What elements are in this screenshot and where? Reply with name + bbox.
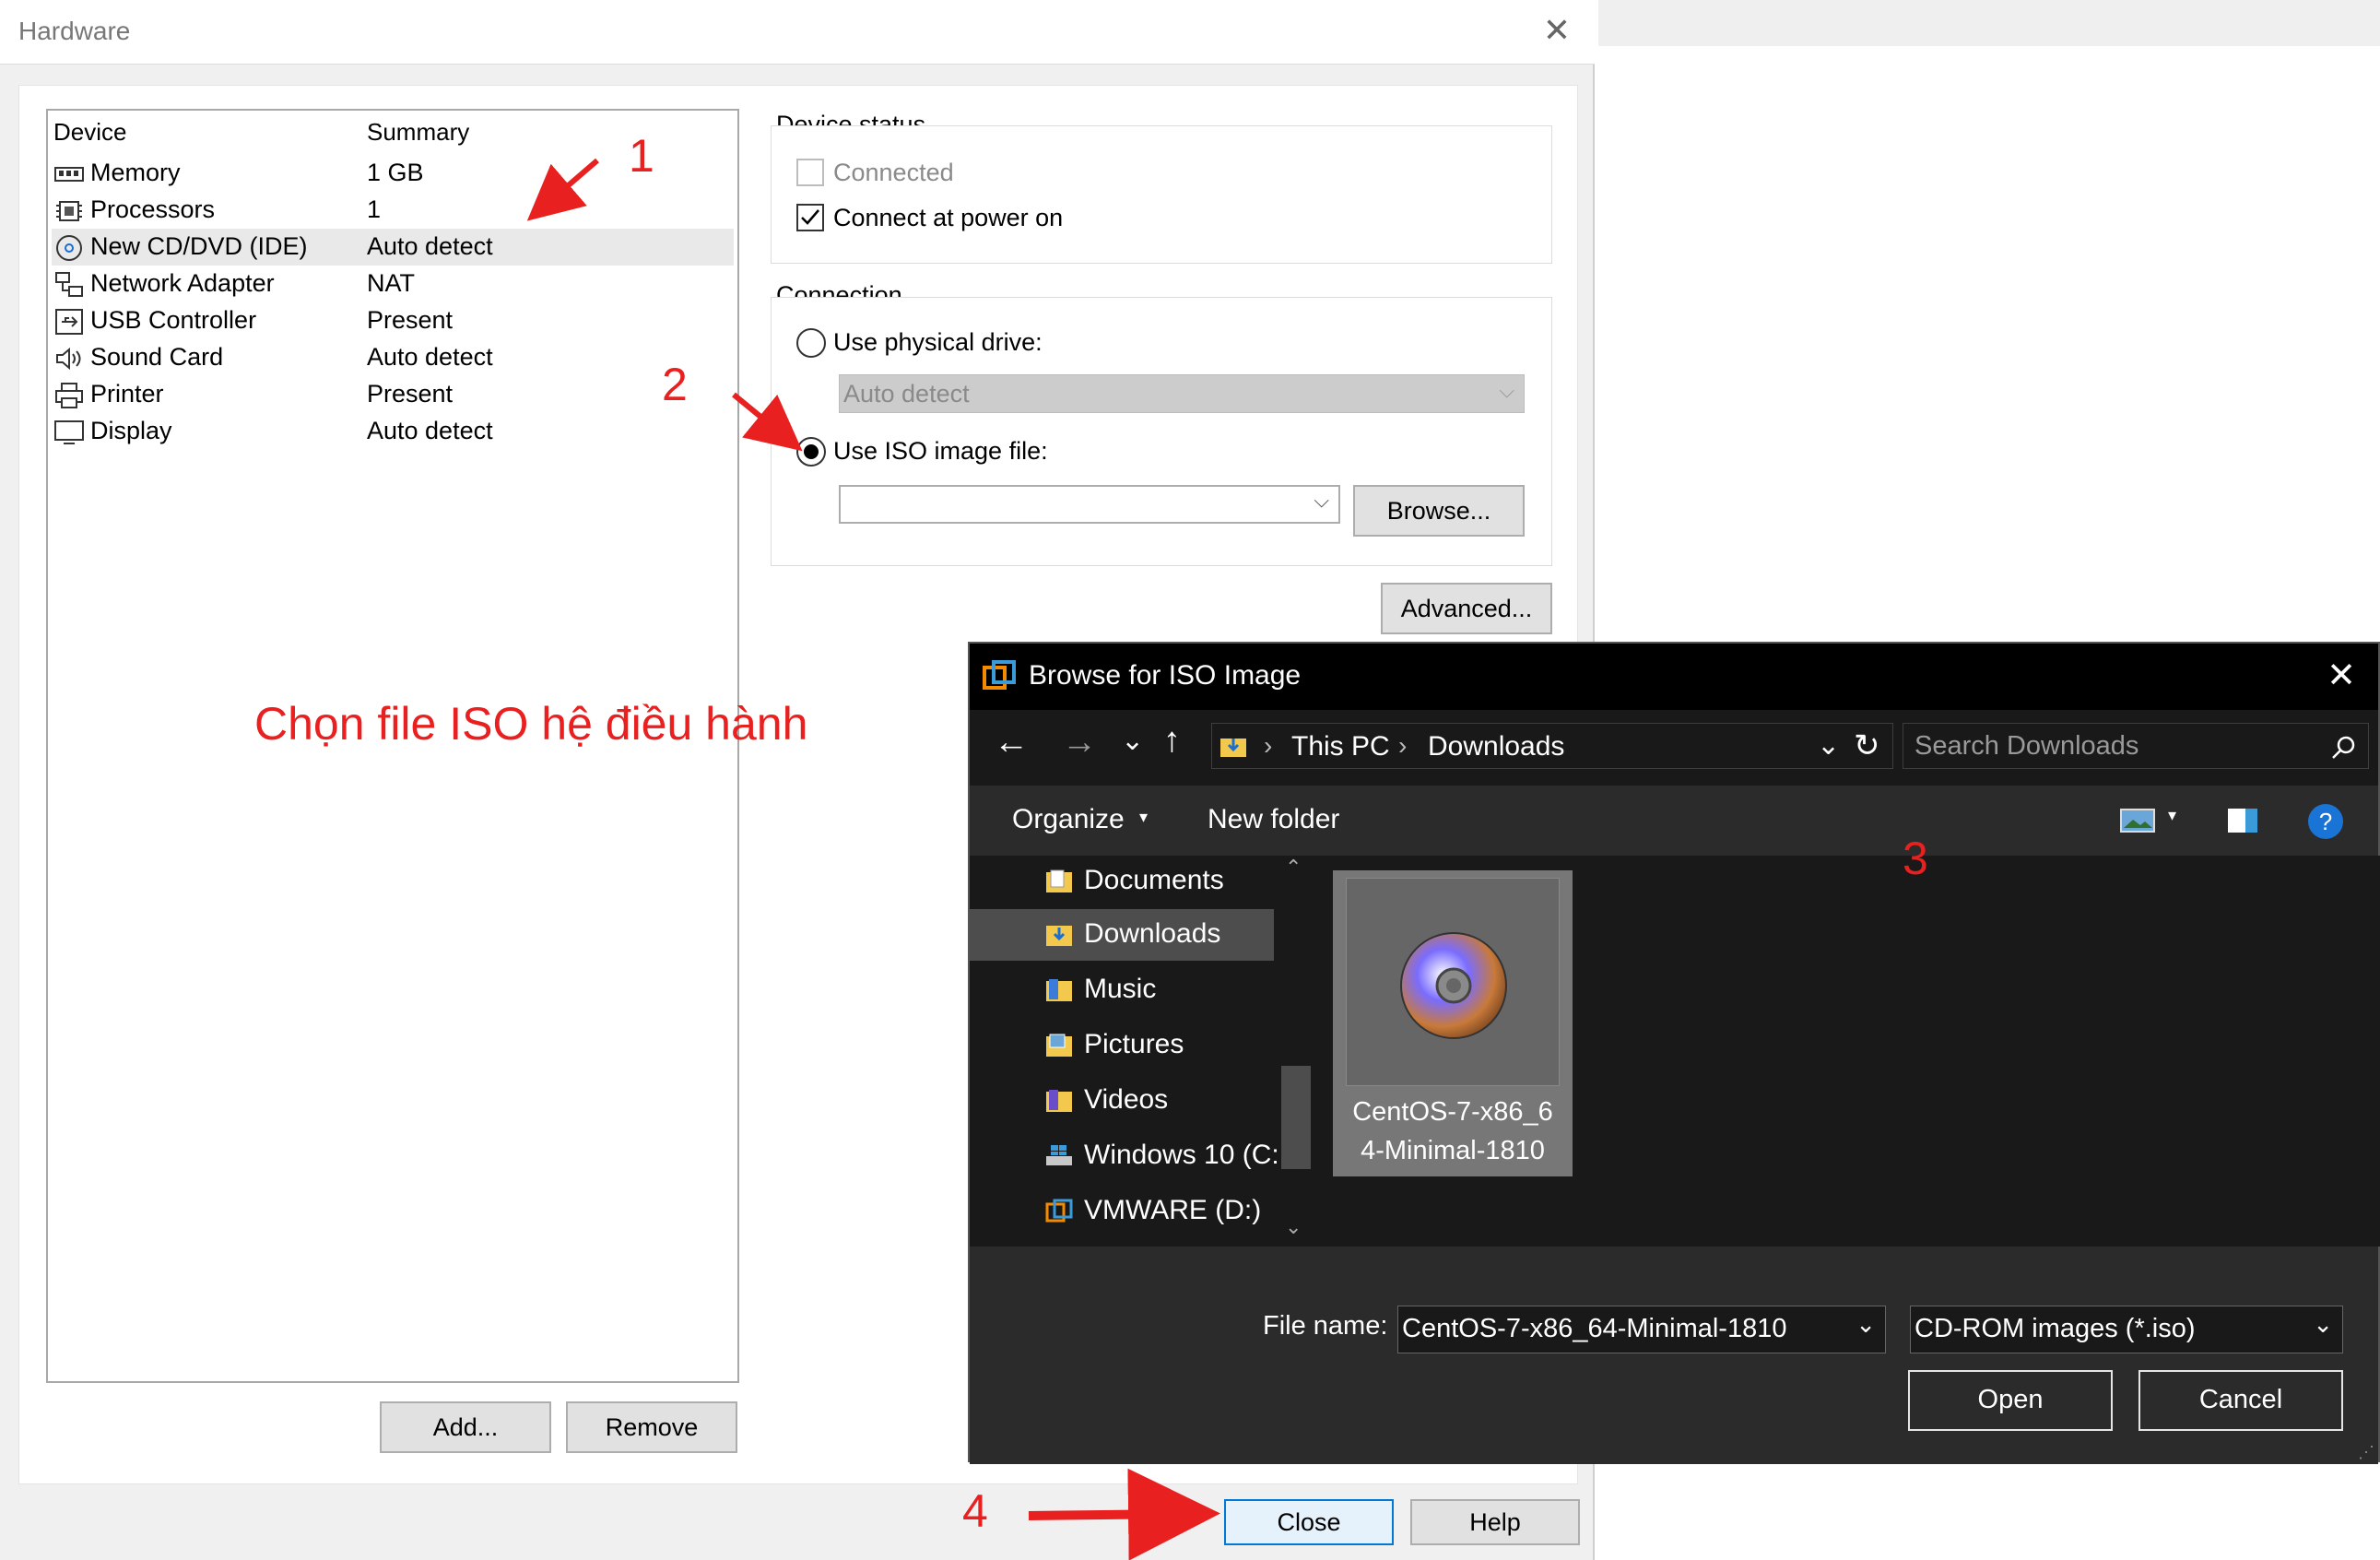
scroll-up-icon[interactable]: ⌃ bbox=[1285, 856, 1302, 880]
chevron-down-icon[interactable]: ⌄ bbox=[1856, 1310, 1876, 1339]
nav-item-music[interactable]: Music bbox=[970, 964, 1274, 1016]
dialog-title-bar: Browse for ISO Image ✕ bbox=[970, 644, 2378, 710]
nav-item-label: Documents bbox=[1084, 865, 1224, 895]
dialog-close-icon[interactable]: ✕ bbox=[2327, 655, 2356, 696]
annotation-step-3: 3 bbox=[1903, 833, 1928, 884]
documents-folder-icon bbox=[1046, 869, 1072, 892]
file-type-value: CD-ROM images (*.iso) bbox=[1915, 1314, 2196, 1343]
file-item-centos-iso[interactable]: CentOS-7-x86_6 4-Minimal-1810 bbox=[1333, 870, 1573, 1176]
arrow-step-1 bbox=[526, 158, 599, 221]
file-type-select[interactable]: CD-ROM images (*.iso) ⌄ bbox=[1910, 1306, 2343, 1353]
nav-item-label: Videos bbox=[1084, 1084, 1169, 1115]
search-icon[interactable] bbox=[2331, 735, 2357, 761]
arrow-step-2 bbox=[732, 392, 803, 452]
nav-item-downloads[interactable]: Downloads bbox=[970, 909, 1274, 961]
recent-locations-chevron-icon[interactable]: ⌄ bbox=[1121, 725, 1144, 757]
browse-iso-dialog: Browse for ISO Image ✕ ← → ⌄ ↑ › This PC… bbox=[968, 642, 2380, 1464]
up-arrow-icon[interactable]: ↑ bbox=[1163, 721, 1181, 761]
navigation-bar: ← → ⌄ ↑ › This PC › Downloads ⌄ ↻ Search… bbox=[970, 710, 2378, 786]
scrollbar-thumb[interactable] bbox=[1281, 1066, 1311, 1169]
file-name-input[interactable]: CentOS-7-x86_64-Minimal-1810 ⌄ bbox=[1397, 1306, 1886, 1353]
windows-drive-icon bbox=[1046, 1145, 1072, 1165]
vmware-drive-icon bbox=[1045, 1199, 1073, 1223]
downloads-folder-icon bbox=[1220, 739, 1246, 757]
file-list-area: CentOS-7-x86_6 4-Minimal-1810 bbox=[1318, 856, 2380, 1247]
address-dropdown-chevron-icon[interactable]: ⌄ bbox=[1817, 729, 1840, 762]
file-name-value: CentOS-7-x86_64-Minimal-1810 bbox=[1402, 1314, 1787, 1343]
nav-item-videos[interactable]: Videos bbox=[970, 1075, 1274, 1127]
nav-item-windows-10[interactable]: Windows 10 (C: bbox=[970, 1130, 1279, 1182]
breadcrumb-separator-icon: › bbox=[1264, 731, 1273, 760]
downloads-folder-icon bbox=[1046, 926, 1072, 946]
chevron-down-icon[interactable]: ⌄ bbox=[2313, 1310, 2333, 1339]
file-name-line-1: CentOS-7-x86_6 bbox=[1352, 1097, 1553, 1127]
change-view-icon[interactable] bbox=[2120, 808, 2155, 833]
nav-item-label: Windows 10 (C: bbox=[1084, 1140, 1279, 1170]
help-icon[interactable]: ? bbox=[2308, 804, 2343, 839]
address-bar[interactable]: › This PC › Downloads ⌄ ↻ bbox=[1211, 723, 1893, 769]
scroll-down-icon[interactable]: ⌄ bbox=[1285, 1215, 1302, 1239]
arrow-step-4 bbox=[1028, 1468, 1220, 1560]
nav-item-documents[interactable]: Documents bbox=[970, 856, 1274, 907]
vmware-icon bbox=[983, 660, 1016, 690]
nav-item-label: Downloads bbox=[1084, 918, 1221, 949]
nav-item-label: Pictures bbox=[1084, 1029, 1184, 1059]
music-folder-icon bbox=[1046, 979, 1072, 1001]
breadcrumb-downloads[interactable]: Downloads bbox=[1428, 731, 1564, 762]
disc-image-icon bbox=[1400, 932, 1507, 1039]
new-folder-button[interactable]: New folder bbox=[1208, 804, 1339, 835]
search-box[interactable]: Search Downloads bbox=[1903, 723, 2369, 769]
preview-pane-icon[interactable] bbox=[2227, 808, 2258, 833]
navigation-pane: Documents Downloads Music Pictures Video… bbox=[970, 856, 1318, 1247]
organize-dropdown-icon: ▾ bbox=[1139, 808, 1149, 826]
breadcrumb-this-pc[interactable]: This PC bbox=[1291, 731, 1390, 762]
dialog-toolbar: Organize ▾ New folder ▾ ? bbox=[970, 786, 2378, 856]
view-dropdown-icon[interactable]: ▾ bbox=[2168, 806, 2176, 825]
file-name-label: File name: bbox=[1263, 1311, 1388, 1341]
back-arrow-icon[interactable]: ← bbox=[994, 723, 1029, 762]
videos-folder-icon bbox=[1046, 1090, 1072, 1112]
dialog-bottom-bar: File name: CentOS-7-x86_64-Minimal-1810 … bbox=[970, 1247, 2378, 1464]
breadcrumb-separator-icon: › bbox=[1398, 731, 1408, 760]
forward-arrow-icon[interactable]: → bbox=[1062, 723, 1097, 762]
nav-item-label: VMWARE (D:) bbox=[1084, 1195, 1262, 1225]
dialog-title: Browse for ISO Image bbox=[1029, 660, 1302, 691]
organize-button[interactable]: Organize bbox=[1012, 804, 1125, 835]
open-button[interactable]: Open bbox=[1908, 1370, 2113, 1431]
nav-item-pictures[interactable]: Pictures bbox=[970, 1020, 1274, 1071]
nav-scrollbar[interactable]: ⌃ ⌄ bbox=[1278, 856, 1314, 1247]
file-thumbnail bbox=[1346, 878, 1560, 1086]
file-name-line-2: 4-Minimal-1810 bbox=[1361, 1136, 1545, 1165]
nav-item-vmware-d[interactable]: VMWARE (D:) bbox=[970, 1186, 1274, 1237]
pictures-folder-icon bbox=[1046, 1034, 1072, 1057]
resize-grip-icon[interactable]: ⋰ bbox=[2358, 1443, 2374, 1462]
nav-item-label: Music bbox=[1084, 974, 1157, 1004]
search-placeholder: Search Downloads bbox=[1915, 731, 2139, 761]
cancel-button[interactable]: Cancel bbox=[2138, 1370, 2343, 1431]
refresh-icon[interactable]: ↻ bbox=[1854, 727, 1880, 764]
